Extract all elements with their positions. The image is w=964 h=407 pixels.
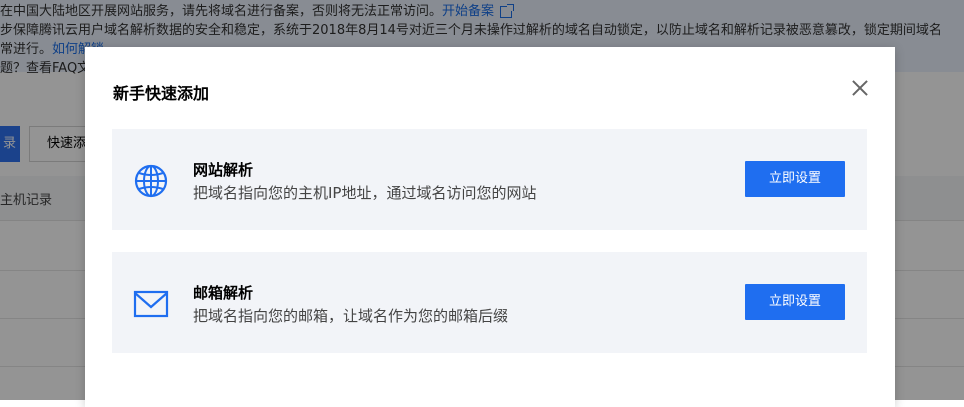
card-description: 把域名指向您的邮箱，让域名作为您的邮箱后缀 — [193, 307, 509, 325]
close-icon[interactable] — [852, 80, 868, 96]
setup-website-button[interactable]: 立即设置 — [745, 161, 845, 197]
card-description: 把域名指向您的主机IP地址，通过域名访问您的网站 — [193, 184, 537, 202]
website-resolution-card: 网站解析 把域名指向您的主机IP地址，通过域名访问您的网站 立即设置 — [112, 129, 867, 230]
card-title: 网站解析 — [193, 161, 254, 179]
setup-mail-button[interactable]: 立即设置 — [745, 284, 845, 320]
card-title: 邮箱解析 — [193, 284, 254, 302]
modal-title: 新手快速添加 — [113, 84, 210, 103]
globe-icon — [134, 164, 168, 198]
mail-resolution-card: 邮箱解析 把域名指向您的邮箱，让域名作为您的邮箱后缀 立即设置 — [112, 252, 867, 353]
mail-icon — [133, 290, 169, 318]
quick-add-modal: 新手快速添加 网站解析 把域名指向您的主机IP地址，通过域名访问您的网站 立即设… — [85, 47, 895, 407]
